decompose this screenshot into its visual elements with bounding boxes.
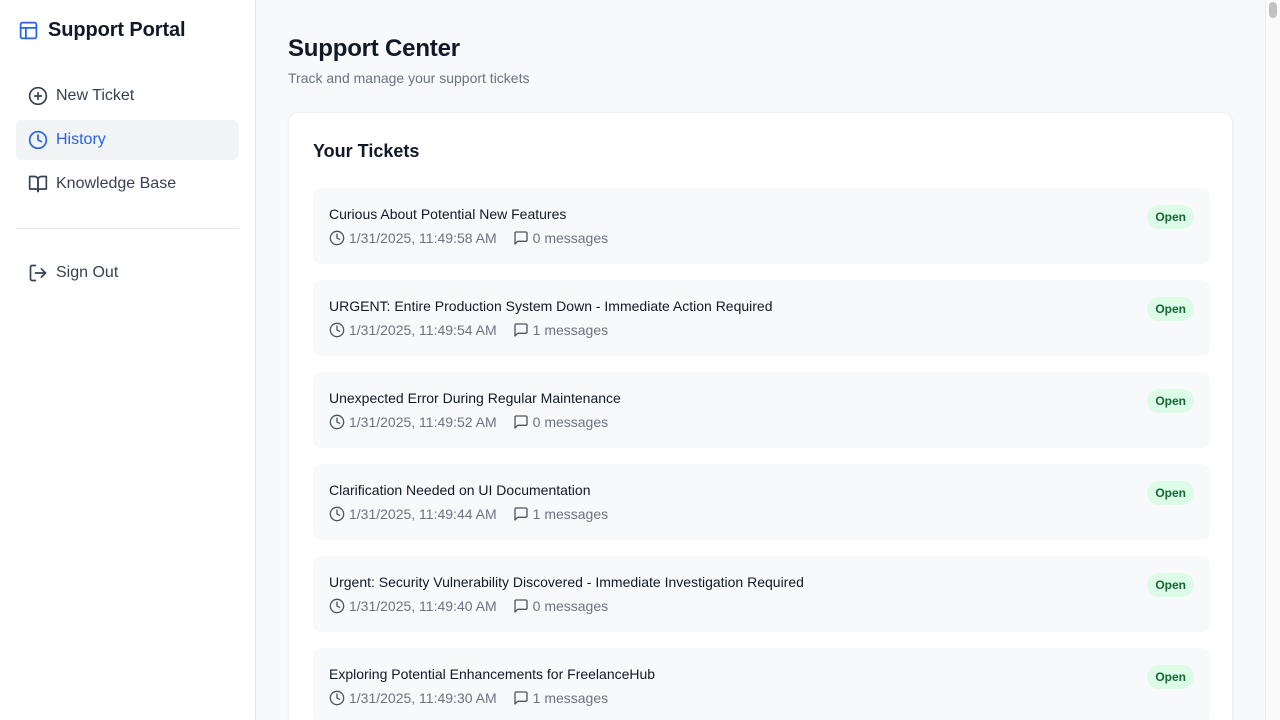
ticket-title: Unexpected Error During Regular Maintena… (329, 390, 621, 406)
ticket-item[interactable]: Curious About Potential New Features 1/3… (313, 188, 1210, 264)
ticket-item[interactable]: URGENT: Entire Production System Down - … (313, 280, 1210, 356)
sidebar-item-label: New Ticket (56, 87, 135, 104)
book-open-icon (28, 174, 48, 194)
sidebar-nav: New Ticket History Knowledge Base (16, 76, 239, 208)
status-badge: Open (1147, 481, 1194, 505)
main-content: Support Center Track and manage your sup… (256, 0, 1265, 720)
sidebar-divider (16, 228, 239, 229)
clock-icon (329, 322, 345, 338)
ticket-item[interactable]: Clarification Needed on UI Documentation… (313, 464, 1210, 540)
clock-icon (329, 230, 345, 246)
ticket-title: URGENT: Entire Production System Down - … (329, 298, 773, 314)
sidebar-item-knowledge-base[interactable]: Knowledge Base (16, 164, 239, 204)
clock-icon (329, 690, 345, 706)
ticket-date: 1/31/2025, 11:49:54 AM (349, 322, 497, 338)
sidebar-item-new-ticket[interactable]: New Ticket (16, 76, 239, 116)
ticket-list: Curious About Potential New Features 1/3… (313, 188, 1210, 720)
clock-icon (329, 506, 345, 522)
clock-icon (28, 130, 48, 150)
ticket-date: 1/31/2025, 11:49:58 AM (349, 230, 497, 246)
brand: Support Portal (18, 19, 186, 42)
ticket-title: Clarification Needed on UI Documentation (329, 482, 591, 498)
status-badge: Open (1147, 205, 1194, 229)
sign-out-button[interactable]: Sign Out (16, 253, 239, 293)
page-scrollbar[interactable] (1265, 0, 1280, 720)
page-title: Support Center (288, 35, 460, 62)
ticket-title: Curious About Potential New Features (329, 206, 567, 222)
ticket-message-count: 0 messages (532, 230, 609, 246)
ticket-date: 1/31/2025, 11:49:30 AM (349, 690, 497, 706)
log-out-icon (28, 263, 48, 283)
ticket-meta: 1/31/2025, 11:49:58 AM 0 messages (329, 230, 608, 246)
sidebar-item-label: Knowledge Base (56, 175, 177, 192)
layout-panel-icon (18, 20, 39, 41)
sign-out-label: Sign Out (56, 264, 119, 281)
clock-icon (329, 598, 345, 614)
ticket-message-count: 1 messages (532, 506, 609, 522)
message-square-icon (513, 414, 529, 430)
sidebar-item-history[interactable]: History (16, 120, 239, 160)
ticket-meta: 1/31/2025, 11:49:52 AM 0 messages (329, 414, 608, 430)
ticket-message-count: 0 messages (532, 414, 609, 430)
ticket-meta: 1/31/2025, 11:49:54 AM 1 messages (329, 322, 608, 338)
ticket-message-count: 1 messages (532, 322, 609, 338)
status-badge: Open (1147, 573, 1194, 597)
sidebar-item-label: History (56, 131, 106, 148)
sidebar: Support Portal New Ticket History Knowle… (0, 0, 256, 720)
ticket-title: Urgent: Security Vulnerability Discovere… (329, 574, 804, 590)
brand-title: Support Portal (48, 19, 186, 41)
ticket-date: 1/31/2025, 11:49:40 AM (349, 598, 497, 614)
ticket-date: 1/31/2025, 11:49:44 AM (349, 506, 497, 522)
status-badge: Open (1147, 665, 1194, 689)
ticket-meta: 1/31/2025, 11:49:30 AM 1 messages (329, 690, 608, 706)
plus-circle-icon (28, 86, 48, 106)
ticket-meta: 1/31/2025, 11:49:40 AM 0 messages (329, 598, 608, 614)
scrollbar-thumb[interactable] (1269, 2, 1277, 18)
ticket-meta: 1/31/2025, 11:49:44 AM 1 messages (329, 506, 608, 522)
ticket-message-count: 1 messages (532, 690, 609, 706)
message-square-icon (513, 598, 529, 614)
message-square-icon (513, 322, 529, 338)
tickets-card: Your Tickets Curious About Potential New… (288, 112, 1233, 720)
message-square-icon (513, 690, 529, 706)
status-badge: Open (1147, 389, 1194, 413)
ticket-item[interactable]: Exploring Potential Enhancements for Fre… (313, 648, 1210, 720)
ticket-item[interactable]: Urgent: Security Vulnerability Discovere… (313, 556, 1210, 632)
tickets-card-title: Your Tickets (313, 141, 420, 161)
page-subtitle: Track and manage your support tickets (288, 70, 530, 86)
status-badge: Open (1147, 297, 1194, 321)
ticket-message-count: 0 messages (532, 598, 609, 614)
message-square-icon (513, 506, 529, 522)
ticket-item[interactable]: Unexpected Error During Regular Maintena… (313, 372, 1210, 448)
clock-icon (329, 414, 345, 430)
message-square-icon (513, 230, 529, 246)
ticket-title: Exploring Potential Enhancements for Fre… (329, 666, 656, 682)
ticket-date: 1/31/2025, 11:49:52 AM (349, 414, 497, 430)
signout-section: Sign Out (16, 253, 239, 297)
